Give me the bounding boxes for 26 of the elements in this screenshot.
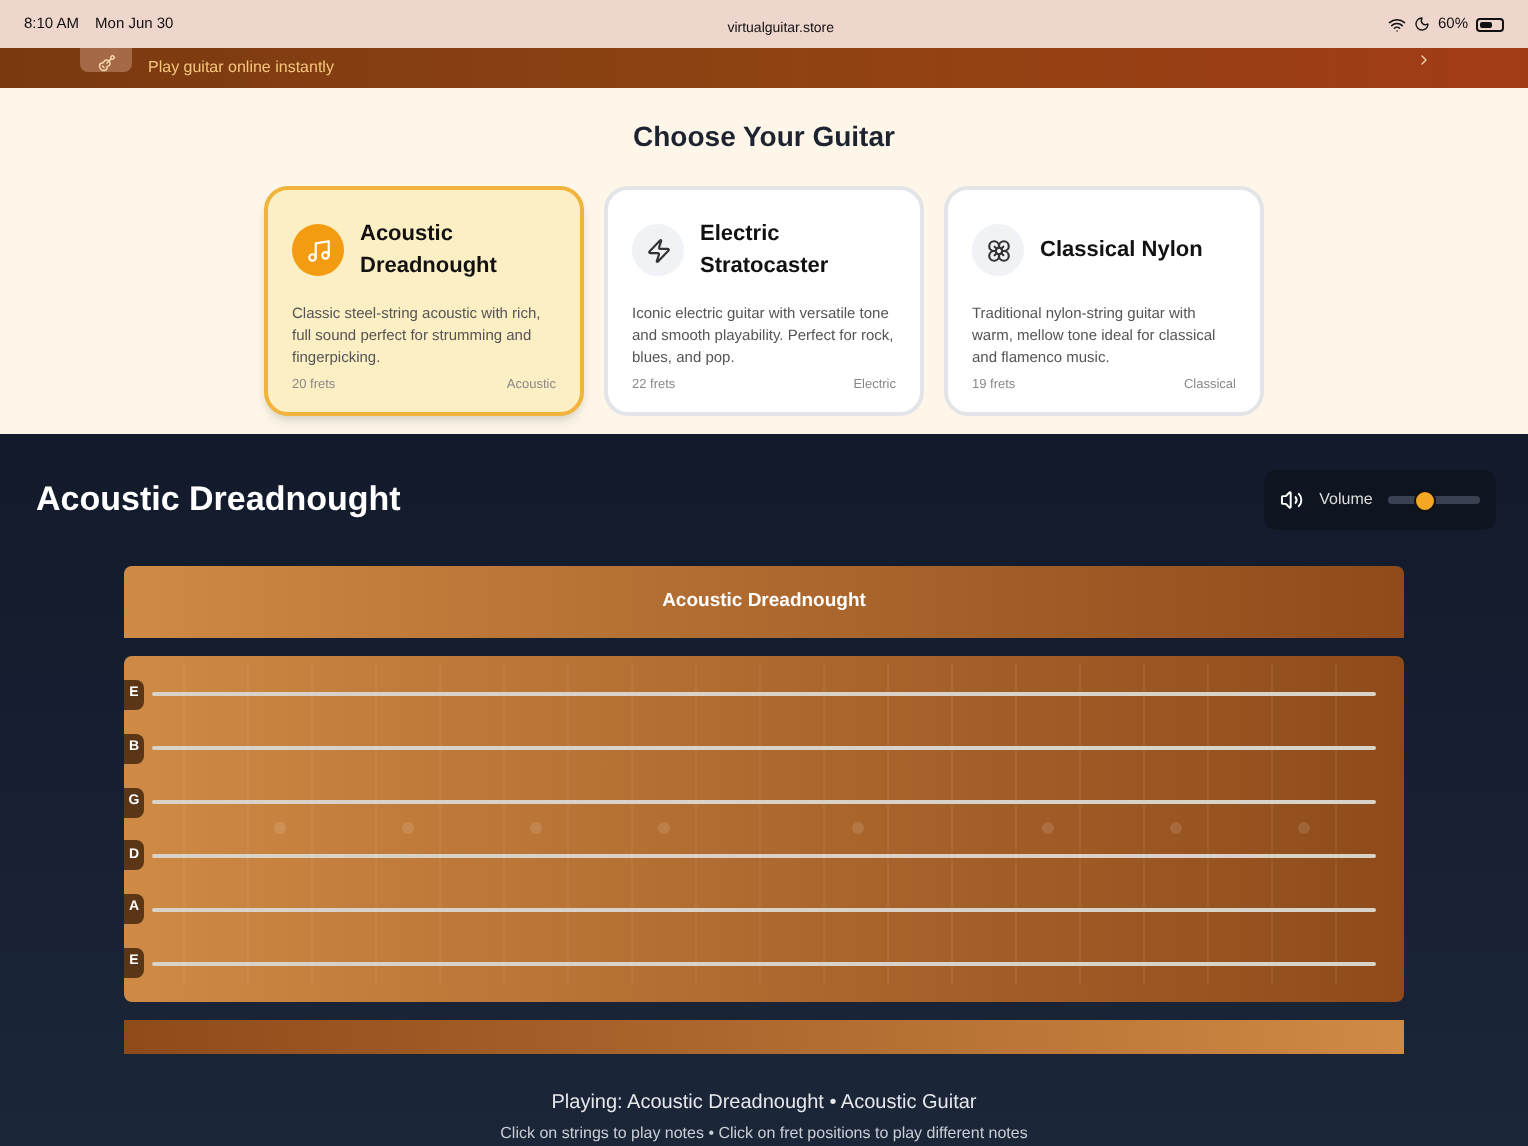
volume-slider[interactable] bbox=[1388, 490, 1480, 510]
lightning-icon bbox=[632, 224, 684, 276]
guitar-string[interactable] bbox=[152, 853, 1376, 858]
guitar-string[interactable] bbox=[152, 746, 1376, 751]
guitar-string[interactable] bbox=[152, 907, 1376, 912]
guitar-string[interactable] bbox=[152, 961, 1376, 966]
battery-icon bbox=[1476, 17, 1504, 31]
moon-icon bbox=[1413, 16, 1430, 32]
hint-text: Click on strings to play notes • Click on fret positions to play different notes bbox=[498, 1122, 1030, 1146]
wifi-icon bbox=[1387, 15, 1406, 33]
chevron-icon bbox=[1416, 52, 1432, 68]
volume-label: Volume bbox=[1319, 488, 1373, 512]
speaker-icon bbox=[1280, 488, 1304, 512]
flower-icon bbox=[972, 224, 1024, 276]
card-title: Electric Stratocaster bbox=[700, 220, 831, 282]
logo-icon bbox=[80, 48, 132, 72]
guitar-string[interactable] bbox=[152, 800, 1376, 805]
guitar-headstock: Acoustic Dreadnought bbox=[124, 566, 1404, 638]
card-title: Classical Nylon bbox=[1040, 236, 1203, 266]
section-title: Choose Your Guitar bbox=[633, 118, 895, 156]
now-playing: Playing: Acoustic Dreadnought • Acoustic Guitar bbox=[549, 1090, 979, 1118]
guitar-string[interactable] bbox=[152, 692, 1376, 697]
card-title: Acoustic Dreadnought bbox=[360, 220, 499, 282]
header-tagline: Play guitar online instantly bbox=[148, 56, 334, 80]
music-note-icon bbox=[292, 224, 344, 276]
guitar-title: Acoustic Dreadnought bbox=[36, 478, 401, 523]
